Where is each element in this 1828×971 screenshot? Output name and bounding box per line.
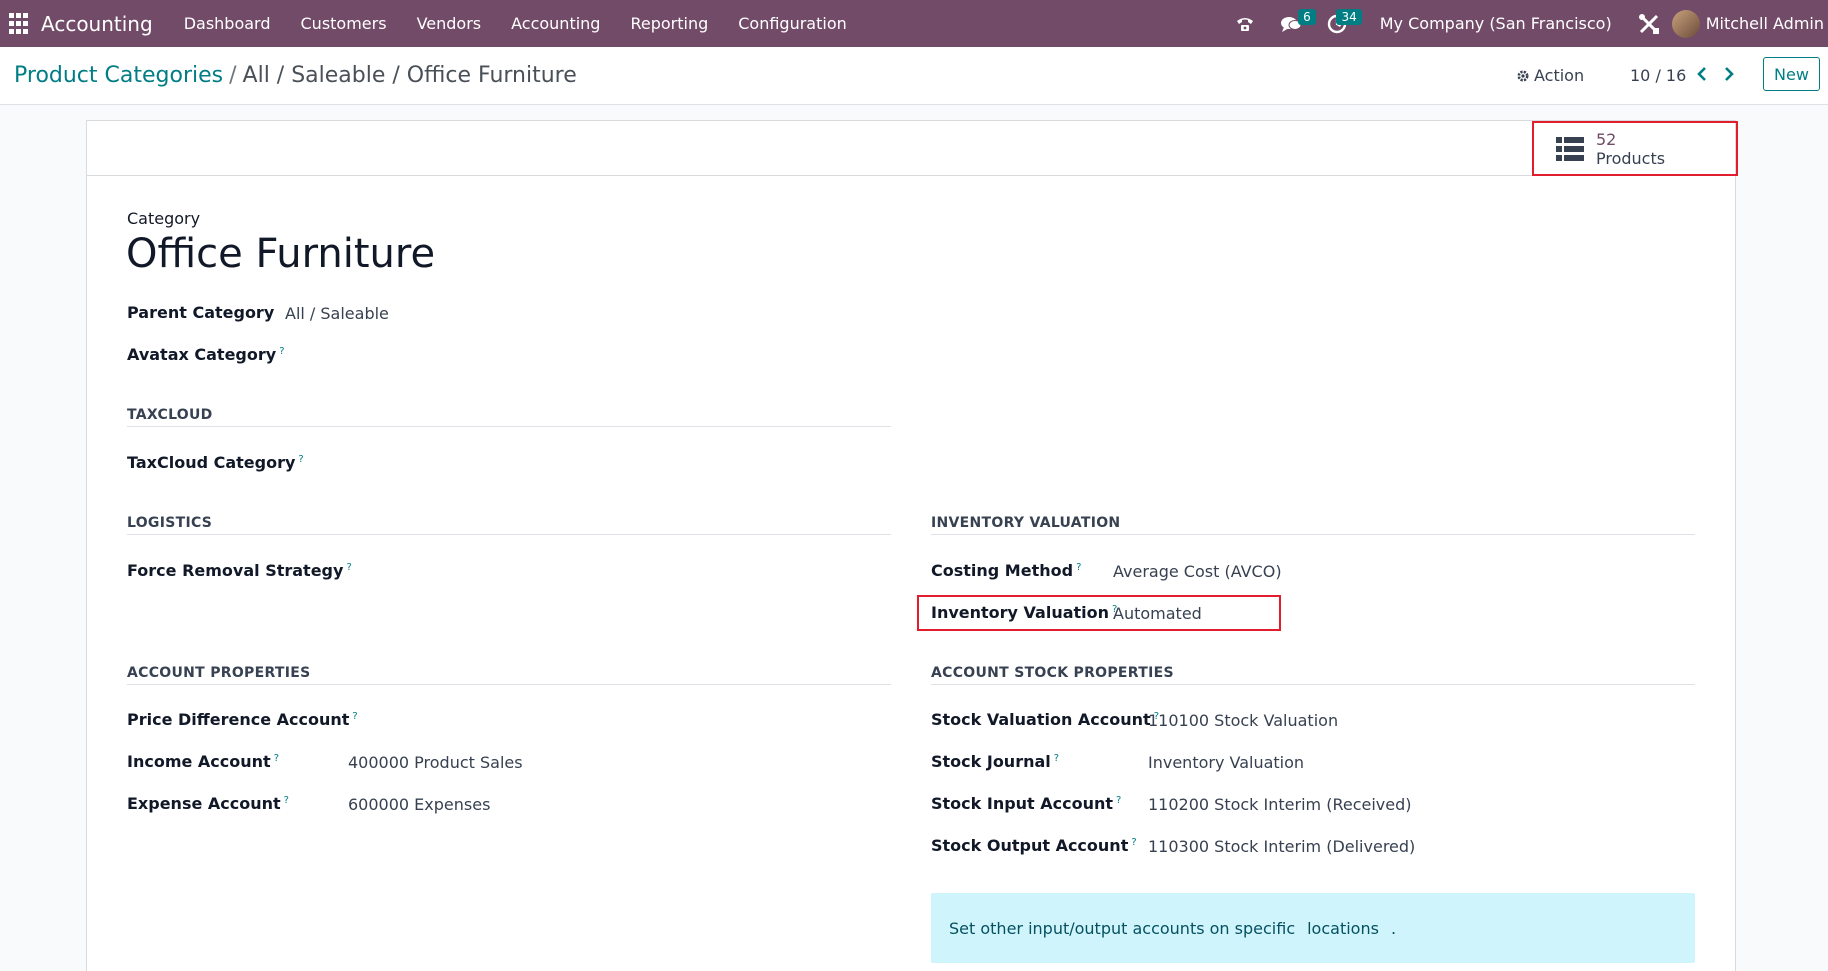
inventory-valuation-text: Inventory Valuation [931,603,1110,622]
stock-properties-section-title: ACCOUNT STOCK PROPERTIES [931,665,1174,681]
income-account-field[interactable]: 400000 Product Sales [348,753,523,772]
action-label: Action [1534,66,1585,85]
action-button[interactable]: Action [1516,66,1584,85]
help-tooltip-icon[interactable]: ? [1116,795,1121,806]
stock-output-label: Stock Output Account? [931,836,1137,855]
locations-link[interactable]: locations [1307,919,1379,938]
apps-grid-icon[interactable] [9,12,31,35]
products-count: 52 [1596,129,1617,149]
price-difference-field[interactable] [347,706,847,732]
user-menu[interactable]: Mitchell Admin [1706,14,1824,33]
main-menu: Dashboard Customers Vendors Accounting R… [169,14,862,33]
avatax-category-label: Avatax Category? [127,345,285,364]
help-tooltip-icon[interactable]: ? [1076,562,1081,573]
logistics-section-title: LOGISTICS [127,515,213,531]
account-properties-divider [127,684,891,685]
stock-valuation-field[interactable]: 110100 Stock Valuation [1148,711,1338,730]
menu-item-dashboard[interactable]: Dashboard [169,14,286,33]
expense-account-text: Expense Account [127,794,281,813]
breadcrumb-current: All / Saleable / Office Furniture [242,63,577,88]
button-box: 52 Products [87,121,1738,176]
stock-valuation-label: Stock Valuation Account? [931,710,1159,729]
parent-category-label: Parent Category [127,303,275,322]
stock-journal-field[interactable]: Inventory Valuation [1148,753,1304,772]
menu-item-vendors[interactable]: Vendors [402,14,497,33]
inventory-valuation-section-title: INVENTORY VALUATION [931,515,1121,531]
stock-journal-text: Stock Journal [931,752,1051,771]
breadcrumb-separator: / [229,63,237,88]
taxcloud-category-field[interactable] [285,449,785,475]
costing-method-field[interactable]: Average Cost (AVCO) [1113,562,1282,581]
income-account-label: Income Account? [127,752,279,771]
form-sheet: 52 Products Category Office Furniture Pa… [86,120,1738,971]
tools-icon[interactable] [1634,9,1664,39]
menu-item-configuration[interactable]: Configuration [723,14,862,33]
help-tooltip-icon[interactable]: ? [1054,753,1059,764]
activities-badge: 34 [1336,8,1362,25]
company-switcher[interactable]: My Company (San Francisco) [1380,14,1612,33]
taxcloud-category-label: TaxCloud Category? [127,453,304,472]
stock-input-field[interactable]: 110200 Stock Interim (Received) [1148,795,1411,814]
pager-value[interactable]: 10 / 16 [1630,66,1686,85]
page-title[interactable]: Office Furniture [126,231,435,277]
list-icon [1556,136,1584,161]
help-tooltip-icon[interactable]: ? [279,346,284,357]
taxcloud-section-title: TAXCLOUD [127,407,213,423]
info-alert-text: Set other input/output accounts on speci… [949,919,1396,938]
removal-strategy-text: Force Removal Strategy [127,561,344,580]
help-tooltip-icon[interactable]: ? [274,753,279,764]
taxcloud-category-text: TaxCloud Category [127,453,296,472]
products-label: Products [1596,148,1666,168]
products-smart-button[interactable]: 52 Products [1532,121,1738,176]
new-button[interactable]: New [1763,57,1820,91]
chevron-left-icon[interactable] [1692,64,1712,84]
app-name[interactable]: Accounting [41,12,153,36]
control-panel: Product Categories / All / Saleable / Offi… [0,47,1828,105]
stock-input-text: Stock Input Account [931,794,1114,813]
stock-output-field[interactable]: 110300 Stock Interim (Delivered) [1148,837,1415,856]
menu-item-accounting[interactable]: Accounting [496,14,615,33]
price-difference-text: Price Difference Account [127,710,350,729]
income-account-text: Income Account [127,752,271,771]
info-alert-suffix: . [1390,919,1397,938]
breadcrumb-parent-link[interactable]: Product Categories [14,63,223,88]
price-difference-label: Price Difference Account? [127,710,358,729]
stock-journal-label: Stock Journal? [931,752,1059,771]
avatax-category-text: Avatax Category [127,345,277,364]
stock-input-label: Stock Input Account? [931,794,1121,813]
inventory-valuation-divider [931,534,1695,535]
info-alert: Set other input/output accounts on speci… [931,893,1695,963]
expense-account-field[interactable]: 600000 Expenses [348,795,490,814]
stock-output-text: Stock Output Account [931,836,1129,855]
breadcrumb: Product Categories / All / Saleable / Offi… [14,63,577,88]
clock-icon[interactable]: 34 [1322,8,1362,39]
avatax-category-field[interactable] [285,341,785,367]
chat-icon[interactable]: 6 [1276,8,1316,39]
menu-item-reporting[interactable]: Reporting [615,14,723,33]
logistics-divider [127,534,891,535]
chevron-right-icon[interactable] [1719,64,1739,84]
stock-properties-divider [931,684,1695,685]
account-properties-section-title: ACCOUNT PROPERTIES [127,665,311,681]
costing-method-label: Costing Method? [931,561,1081,580]
menu-item-customers[interactable]: Customers [286,14,402,33]
gear-icon [1517,70,1529,81]
help-tooltip-icon[interactable]: ? [284,795,289,806]
inventory-valuation-label: Inventory Valuation? [931,603,1117,622]
messages-badge: 6 [1298,8,1316,25]
info-alert-message: Set other input/output accounts on speci… [949,919,1296,938]
taxcloud-divider [127,426,891,427]
top-navbar: Accounting Dashboard Customers Vendors A… [0,0,1828,47]
removal-strategy-field[interactable] [327,557,827,583]
inventory-valuation-field[interactable]: Automated [1113,604,1202,623]
expense-account-label: Expense Account? [127,794,289,813]
category-caption: Category [127,209,201,228]
parent-category-field[interactable]: All / Saleable [285,304,389,323]
removal-strategy-label: Force Removal Strategy? [127,561,352,580]
phone-icon[interactable] [1230,9,1260,39]
costing-method-text: Costing Method [931,561,1074,580]
stock-valuation-text: Stock Valuation Account [931,710,1151,729]
help-tooltip-icon[interactable]: ? [1131,837,1136,848]
avatar[interactable] [1671,9,1700,38]
